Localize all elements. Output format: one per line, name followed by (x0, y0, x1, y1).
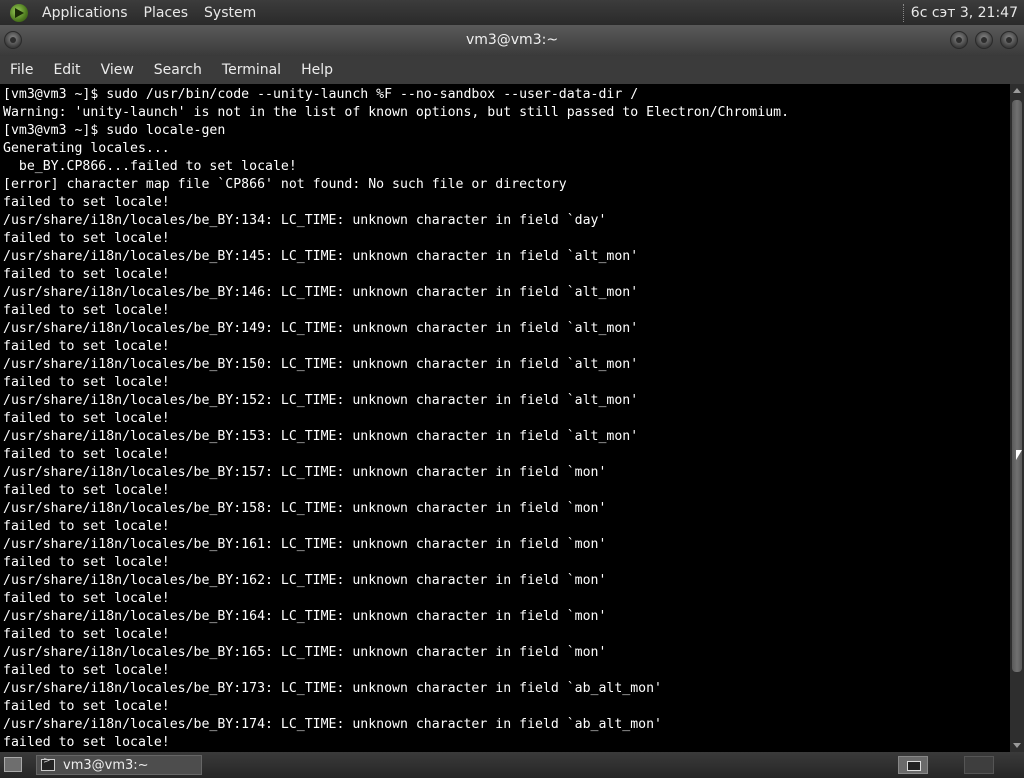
terminal-scrollbar[interactable] (1010, 84, 1024, 752)
window-titlebar[interactable]: vm3@vm3:~ (0, 25, 1024, 56)
menu-terminal[interactable]: Terminal (212, 62, 291, 78)
terminal-icon (41, 756, 55, 771)
terminal-line: /usr/share/i18n/locales/be_BY:173: LC_TI… (3, 681, 662, 696)
terminal-line: failed to set locale! (3, 303, 170, 318)
terminal-line: failed to set locale! (3, 591, 170, 606)
terminal-line: failed to set locale! (3, 411, 170, 426)
menu-help[interactable]: Help (291, 62, 343, 78)
terminal-line: /usr/share/i18n/locales/be_BY:165: LC_TI… (3, 645, 607, 660)
terminal-line: failed to set locale! (3, 735, 170, 750)
menu-view[interactable]: View (91, 62, 144, 78)
terminal-line: Warning: 'unity-launch' is not in the li… (3, 105, 790, 120)
menu-file[interactable]: File (0, 62, 43, 78)
maximize-icon[interactable] (975, 31, 993, 49)
terminal-line: failed to set locale! (3, 447, 170, 462)
mouse-pointer-icon (1016, 450, 1022, 460)
places-menu[interactable]: Places (136, 5, 197, 21)
menu-search[interactable]: Search (144, 62, 212, 78)
terminal-line: failed to set locale! (3, 267, 170, 282)
terminal-line: /usr/share/i18n/locales/be_BY:149: LC_TI… (3, 321, 639, 336)
terminal-line: Generating locales... (3, 141, 170, 156)
terminal-line: /usr/share/i18n/locales/be_BY:161: LC_TI… (3, 537, 607, 552)
clock[interactable]: 6с сэт 3, 21:47 (911, 5, 1024, 21)
menubar: File Edit View Search Terminal Help (0, 56, 1024, 84)
terminal-line: failed to set locale! (3, 375, 170, 390)
terminal-line: failed to set locale! (3, 519, 170, 534)
menu-edit[interactable]: Edit (43, 62, 90, 78)
terminal-line: failed to set locale! (3, 627, 170, 642)
terminal-line: /usr/share/i18n/locales/be_BY:153: LC_TI… (3, 429, 639, 444)
bottom-panel: vm3@vm3:~ (0, 752, 1024, 778)
terminal-line: /usr/share/i18n/locales/be_BY:134: LC_TI… (3, 213, 607, 228)
terminal-line: /usr/share/i18n/locales/be_BY:157: LC_TI… (3, 465, 607, 480)
distro-logo-icon[interactable] (10, 3, 28, 22)
terminal-line: failed to set locale! (3, 699, 170, 714)
terminal-line: /usr/share/i18n/locales/be_BY:164: LC_TI… (3, 609, 607, 624)
terminal-line: failed to set locale! (3, 195, 170, 210)
terminal-output[interactable]: [vm3@vm3 ~]$ sudo /usr/bin/code --unity-… (0, 84, 1010, 752)
terminal-line: /usr/share/i18n/locales/be_BY:158: LC_TI… (3, 501, 607, 516)
terminal-line: [vm3@vm3 ~]$ sudo locale-gen (3, 123, 226, 138)
terminal-line: /usr/share/i18n/locales/be_BY:152: LC_TI… (3, 393, 639, 408)
terminal-line: failed to set locale! (3, 663, 170, 678)
minimize-icon[interactable] (950, 31, 968, 49)
terminal-line: /usr/share/i18n/locales/be_BY:174: LC_TI… (3, 717, 662, 732)
terminal-line: failed to set locale! (3, 483, 170, 498)
terminal-line: /usr/share/i18n/locales/be_BY:162: LC_TI… (3, 573, 607, 588)
close-icon[interactable] (1000, 31, 1018, 49)
applications-menu[interactable]: Applications (34, 5, 136, 21)
scroll-down-icon[interactable] (1013, 743, 1021, 748)
terminal-line: /usr/share/i18n/locales/be_BY:146: LC_TI… (3, 285, 639, 300)
terminal-line: [error] character map file `CP866' not f… (3, 177, 567, 192)
scrollbar-thumb[interactable] (1012, 100, 1022, 672)
terminal-line: [vm3@vm3 ~]$ sudo /usr/bin/code --unity-… (3, 87, 639, 102)
workspace-window-thumbnail (907, 761, 921, 771)
tray-separator (902, 3, 905, 22)
scroll-up-icon[interactable] (1013, 88, 1021, 93)
terminal-line: failed to set locale! (3, 231, 170, 246)
terminal-line: /usr/share/i18n/locales/be_BY:150: LC_TI… (3, 357, 639, 372)
taskbar-item-label: vm3@vm3:~ (63, 757, 149, 773)
taskbar-item-terminal[interactable]: vm3@vm3:~ (36, 755, 202, 775)
show-desktop-icon[interactable] (4, 757, 22, 772)
terminal-line: failed to set locale! (3, 339, 170, 354)
window-title: vm3@vm3:~ (465, 32, 559, 48)
top-panel: Applications Places System 6с сэт 3, 21:… (0, 0, 1024, 25)
terminal-line: /usr/share/i18n/locales/be_BY:145: LC_TI… (3, 249, 639, 264)
terminal-line: failed to set locale! (3, 555, 170, 570)
workspace-1[interactable] (898, 756, 928, 774)
terminal-line: be_BY.CP866...failed to set locale! (3, 159, 297, 174)
workspace-2[interactable] (964, 756, 994, 774)
system-menu[interactable]: System (196, 5, 264, 21)
